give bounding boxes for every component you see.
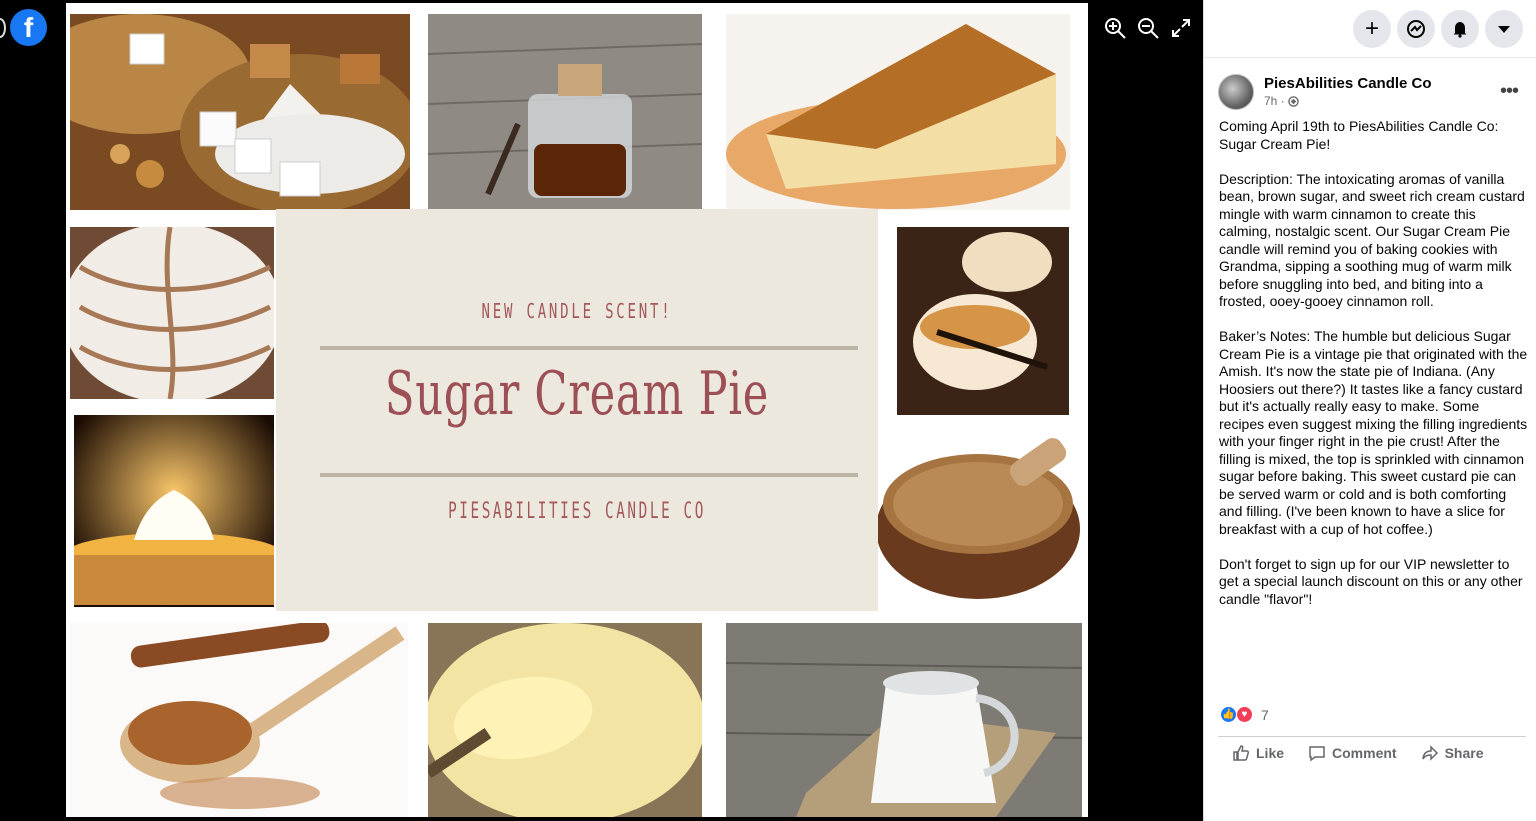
photo-cinnamon-spoon <box>70 623 408 817</box>
top-bar: + <box>1204 0 1536 58</box>
account-menu-button[interactable] <box>1485 10 1523 48</box>
post-image-collage[interactable]: NEW CANDLE SCENT! Sugar Cream Pie PIESAB… <box>66 3 1088 817</box>
announcement-card: NEW CANDLE SCENT! Sugar Cream Pie PIESAB… <box>276 209 878 611</box>
post-paragraph-description: Description: The intoxicating aromas of … <box>1219 170 1525 310</box>
page-name-link[interactable]: PiesAbilities Candle Co <box>1264 75 1432 92</box>
reaction-summary[interactable]: 👍 ♥ 7 <box>1220 706 1269 723</box>
photo-whipped-cream-cocoa <box>70 227 274 399</box>
share-button[interactable]: Share <box>1421 744 1484 762</box>
post-paragraph-newsletter: Don't forget to sign up for our VIP news… <box>1219 555 1523 607</box>
thumbs-up-icon <box>1233 745 1250 761</box>
caret-down-icon <box>1498 26 1510 33</box>
card-kicker-text: NEW CANDLE SCENT! <box>481 299 673 323</box>
photo-milk-jug <box>726 623 1082 817</box>
fullscreen-icon[interactable] <box>1167 14 1195 42</box>
photo-custard-tart <box>74 415 274 607</box>
post-timestamp[interactable]: 7h · <box>1264 94 1299 108</box>
post-paragraph-intro: Coming April 19th to PiesAbilities Candl… <box>1219 118 1499 152</box>
plus-icon: + <box>1364 15 1379 42</box>
card-divider-bottom <box>320 473 858 477</box>
divider <box>1218 736 1526 737</box>
card-title: Sugar Cream Pie <box>384 359 770 429</box>
comment-button[interactable]: Comment <box>1308 744 1397 762</box>
post-text: Coming April 19th to PiesAbilities Candl… <box>1219 118 1528 626</box>
love-reaction-icon: ♥ <box>1236 706 1253 723</box>
previous-edge-icon[interactable] <box>0 18 6 38</box>
zoom-in-icon[interactable] <box>1101 14 1129 42</box>
comment-label: Comment <box>1332 745 1397 761</box>
photo-custard-pot <box>428 623 702 817</box>
create-button[interactable]: + <box>1353 10 1391 48</box>
photo-vanilla-jar <box>428 14 702 210</box>
comment-icon <box>1309 746 1325 762</box>
post-sidebar: + PiesAbilities Candle Co 7h · ••• Comin… <box>1203 0 1536 821</box>
notifications-button[interactable] <box>1441 10 1479 48</box>
facebook-logo-icon[interactable]: f <box>10 9 47 46</box>
share-icon <box>1421 745 1438 761</box>
card-brand-text: PIESABILITIES CANDLE CO <box>448 499 706 524</box>
like-label: Like <box>1256 745 1285 761</box>
photo-sugar-cubes <box>70 14 410 210</box>
bell-icon <box>1453 22 1467 38</box>
share-label: Share <box>1444 745 1484 761</box>
photo-brown-sugar-bowl <box>878 429 1084 607</box>
post-actions: Like Comment Share <box>1232 744 1484 762</box>
globe-icon <box>1287 95 1299 107</box>
messenger-button[interactable] <box>1397 10 1435 48</box>
card-divider-top <box>320 346 858 350</box>
post-time-text: 7h · <box>1264 94 1285 108</box>
page-avatar[interactable] <box>1218 74 1254 110</box>
zoom-out-icon[interactable] <box>1134 14 1162 42</box>
post-header: PiesAbilities Candle Co 7h · ••• <box>1218 72 1526 112</box>
photo-flan-slice <box>726 14 1070 210</box>
photo-viewer: f NEW CANDLE SCENT! Sugar Cream Pie PIES… <box>0 0 1203 821</box>
reaction-count: 7 <box>1261 706 1269 723</box>
like-reaction-icon: 👍 <box>1220 706 1237 723</box>
post-paragraph-bakers-notes: Baker’s Notes: The humble but delicious … <box>1219 328 1528 537</box>
like-button[interactable]: Like <box>1232 744 1284 762</box>
messenger-icon <box>1407 20 1425 38</box>
photo-creme-brulee <box>897 227 1069 415</box>
more-options-icon[interactable]: ••• <box>1500 80 1519 103</box>
